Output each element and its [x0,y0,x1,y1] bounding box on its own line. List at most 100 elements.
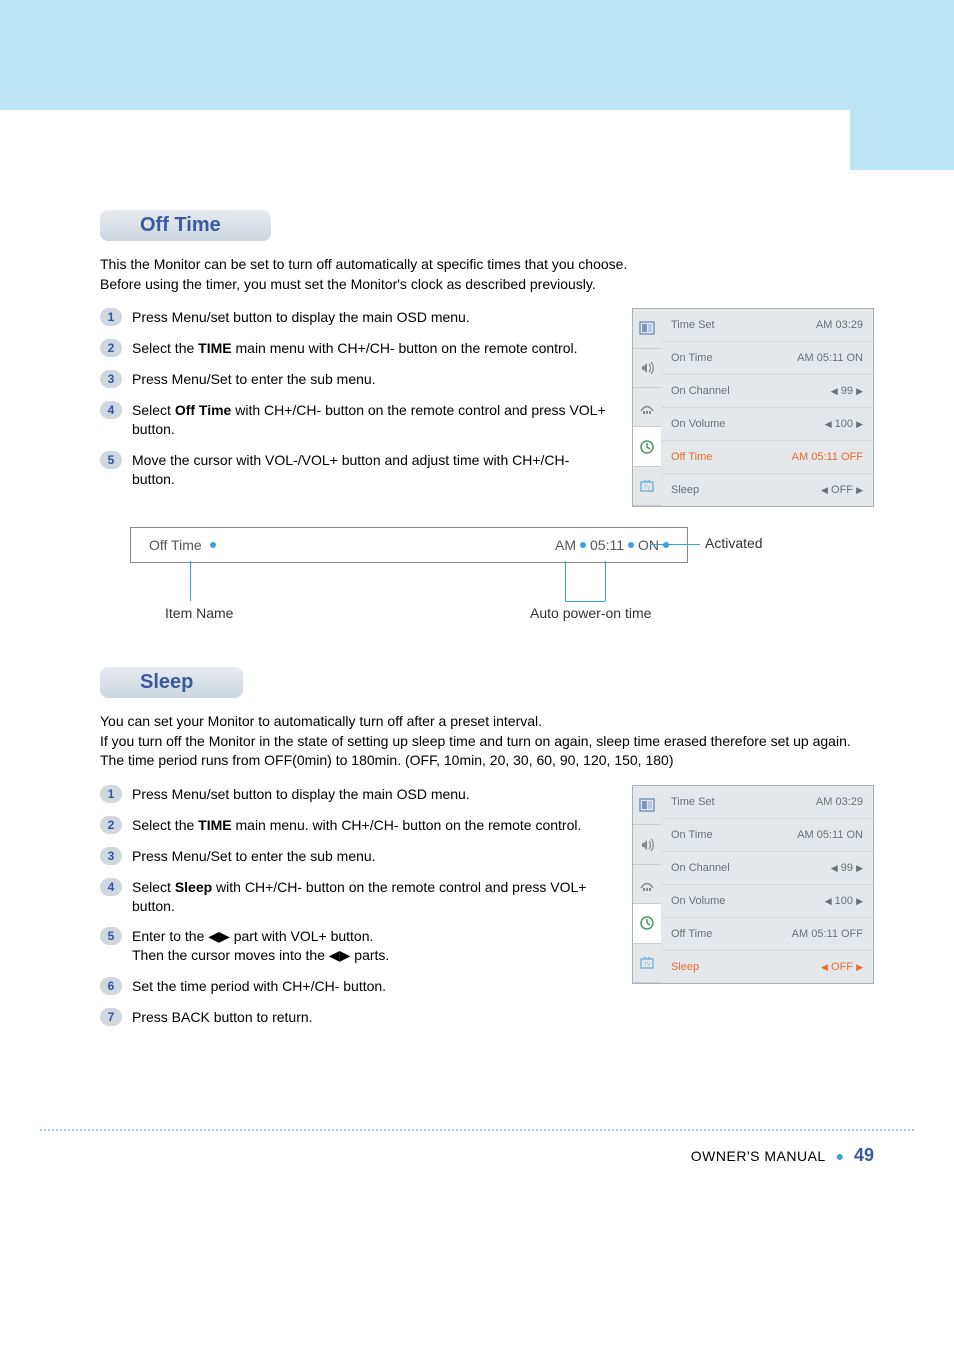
step-text: Press Menu/set button to display the mai… [132,308,470,327]
svg-text:TV: TV [644,962,651,968]
step-number: 7 [100,1008,122,1026]
osd-value: ◀ OFF ▶ [821,961,863,973]
osd-label: On Channel [671,385,730,397]
osd-value: AM 05:11 ON [797,352,863,364]
osd-panel: TV Time SetAM 03:29 On Time AM 05:11 ON On C… [632,308,874,507]
osd-row: On Volume ◀ 100 ▶ [661,408,873,441]
step-text: Select the TIME main menu with CH+/CH- b… [132,339,578,358]
osd-label: Sleep [671,484,699,496]
step-number: 6 [100,977,122,995]
osd-label: On Time [671,829,713,841]
step-text: Select Off Time with CH+/CH- button on t… [132,401,608,439]
step-number: 5 [100,451,122,469]
step-text: Enter to the ◀▶ part with VOL+ button.Th… [132,927,389,965]
step: 1 Press Menu/set button to display the ma… [100,308,608,327]
label-item-name: Item Name [165,605,233,621]
step-number: 1 [100,308,122,326]
footer-manual: OWNER'S MANUAL [691,1148,826,1164]
step-number: 3 [100,847,122,865]
step: 5 Enter to the ◀▶ part with VOL+ button.T… [100,927,608,965]
intro-sleep: You can set your Monitor to automaticall… [100,712,874,771]
diagram-val-am: AM [555,537,576,553]
step: 2 Select the TIME main menu with CH+/CH- … [100,339,608,358]
step-text: Select Sleep with CH+/CH- button on the … [132,878,608,916]
bullet-icon: ● [830,1148,850,1164]
page-number: 49 [854,1145,874,1165]
osd-row: Time Set AM 03:29 [661,786,873,819]
step-text: Set the time period with CH+/CH- button. [132,977,386,996]
osd-label: On Time [671,352,713,364]
step-text: Press BACK button to return. [132,1008,313,1027]
osd-value: AM 03:29 [816,796,863,808]
step-number: 4 [100,401,122,419]
osd-label: Time Set [671,796,715,808]
diagram-val-time: 05:11 [590,537,624,553]
osd-value: ◀ 100 ▶ [825,418,863,430]
intro-off-time: This the Monitor can be set to turn off … [100,255,874,294]
svg-text:TV: TV [644,485,651,491]
clock-icon [633,427,661,466]
step-text: Move the cursor with VOL-/VOL+ button an… [132,451,608,489]
clock-icon [633,904,661,943]
osd-value: ◀ OFF ▶ [821,484,863,496]
osd-row: On Time AM 05:11 ON [661,819,873,852]
osd-label: Off Time [671,451,712,463]
osd-panel: TV Time Set AM 03:29 On Time AM 05:11 ON On C… [632,785,874,984]
osd-row: Sleep ◀ OFF ▶ [661,474,873,506]
osd-row: Off TimeAM 05:11 OFF [661,441,873,474]
step: 7 Press BACK button to return. [100,1008,608,1027]
signal-icon [633,388,661,427]
diagram-item-label: Off Time [149,537,202,553]
dot-icon [628,542,634,548]
osd-row: On Time AM 05:11 ON [661,342,873,375]
step-number: 5 [100,927,122,945]
step-text: Select the TIME main menu. with CH+/CH- … [132,816,581,835]
step-number: 2 [100,339,122,357]
step: 2Select the TIME main menu. with CH+/CH-… [100,816,608,835]
label-auto-power: Auto power-on time [530,605,651,621]
step: 4 Select Sleep with CH+/CH- button on the… [100,878,608,916]
tv-icon: TV [633,944,661,983]
step: 5 Move the cursor with VOL-/VOL+ button a… [100,451,608,489]
picture-icon [633,309,661,348]
step: 3 Press Menu/Set to enter the sub menu. [100,370,608,389]
step: 3 Press Menu/Set to enter the sub menu. [100,847,608,866]
step: 4 Select Off Time with CH+/CH- button on … [100,401,608,439]
osd-label: On Volume [671,418,725,430]
osd-value: ◀ 99 ▶ [831,385,863,397]
off-time-diagram: Off Time AM 05:11 ON Item Name Auto powe… [130,527,770,627]
osd-row: On Channel◀ 99 ▶ [661,852,873,885]
osd-row: On Volume ◀ 100 ▶ [661,885,873,918]
step-text: Press Menu/set button to display the mai… [132,785,470,804]
steps-sleep: 1 Press Menu/set button to display the ma… [100,785,608,1039]
osd-row: On Channel ◀ 99 ▶ [661,375,873,408]
osd-value: AM 05:11 ON [797,829,863,841]
osd-row: Sleep ◀ OFF ▶ [661,951,873,983]
step-number: 1 [100,785,122,803]
osd-row: Time SetAM 03:29 [661,309,873,342]
dot-icon [210,542,216,548]
osd-label: On Volume [671,895,725,907]
header-band [0,0,954,170]
osd-value: ◀ 100 ▶ [825,895,863,907]
osd-row: Off Time AM 05:11 OFF [661,918,873,951]
dot-icon [580,542,586,548]
sound-icon [633,349,661,388]
step-text: Press Menu/Set to enter the sub menu. [132,370,376,389]
step-number: 3 [100,370,122,388]
sound-icon [633,825,661,864]
osd-label: Off Time [671,928,712,940]
osd-label: Sleep [671,961,699,973]
section-title-off-time: Off Time [100,210,271,241]
tv-icon: TV [633,467,661,506]
signal-icon [633,865,661,904]
page-footer: OWNER'S MANUAL ● 49 [40,1129,914,1186]
step: 1 Press Menu/set button to display the ma… [100,785,608,804]
step-number: 4 [100,878,122,896]
dot-icon [663,542,669,548]
section-title-sleep: Sleep [100,667,243,698]
step: 6 Set the time period with CH+/CH- button… [100,977,608,996]
step-text: Press Menu/Set to enter the sub menu. [132,847,376,866]
osd-value: AM 05:11 OFF [792,928,863,940]
osd-value: ◀ 99 ▶ [831,862,863,874]
